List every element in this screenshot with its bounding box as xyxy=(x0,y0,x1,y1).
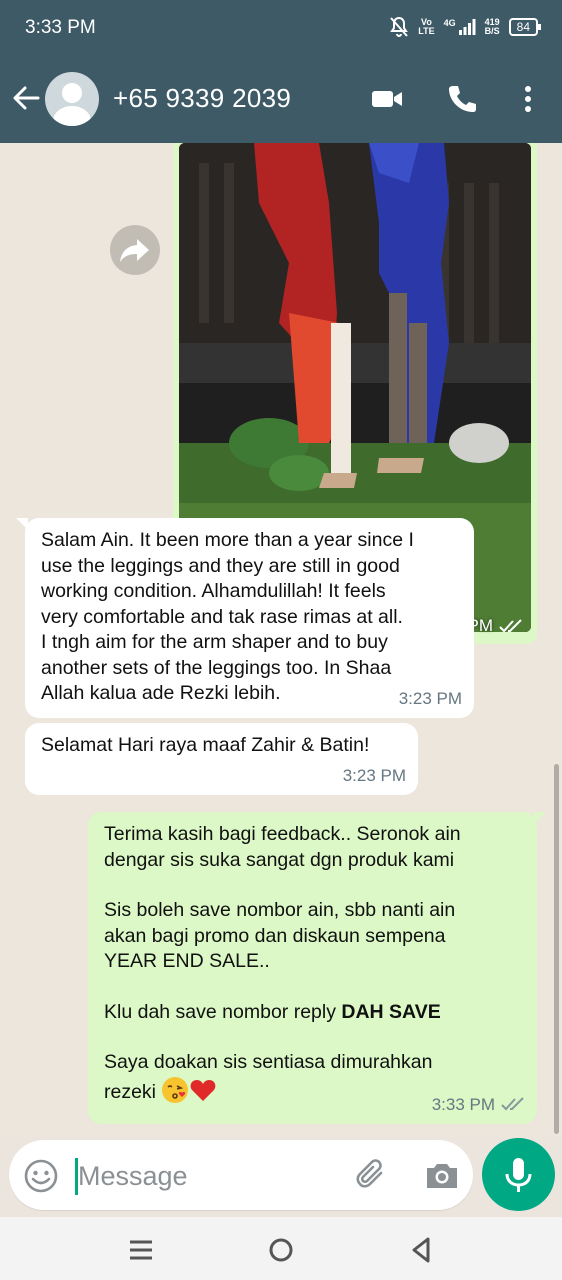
signal-indicator: 4G xyxy=(444,19,476,35)
battery-icon: 84 xyxy=(508,18,542,36)
emoji-icon[interactable] xyxy=(23,1158,59,1194)
chat-header: +65 9339 2039 xyxy=(0,56,562,143)
status-bar: 3:33 PM Vo LTE 4G 419 B/S 84 xyxy=(0,0,562,56)
home-icon[interactable] xyxy=(266,1235,296,1265)
read-ticks-icon xyxy=(499,619,522,633)
status-icons: Vo LTE 4G 419 B/S 84 xyxy=(389,16,542,38)
volte-indicator: Vo LTE xyxy=(418,18,434,36)
message-input[interactable] xyxy=(78,1153,348,1199)
incoming-message[interactable]: Salam Ain. It been more than a year sinc… xyxy=(16,518,474,718)
message-time: 3:23 PM xyxy=(342,765,406,785)
speed-indicator: 419 B/S xyxy=(485,18,500,36)
status-time: 3:33 PM xyxy=(25,17,96,38)
speed-bottom: B/S xyxy=(484,26,500,36)
chat-area[interactable]: 1:00 PM Salam Ain. It been more than a y… xyxy=(0,143,562,1137)
message-paragraph-2: Sis boleh save nombor ain, sbb nanti ain… xyxy=(104,899,456,972)
message-paragraph-1: Terima kasih bagi feedback.. Seronok ain… xyxy=(104,823,461,871)
message-meta: 3:23 PM xyxy=(343,763,406,789)
incoming-message[interactable]: Selamat Hari raya maaf Zahir & Batin! 3:… xyxy=(25,723,418,795)
avatar[interactable] xyxy=(45,72,99,126)
message-text: Salam Ain. It been more than a year sinc… xyxy=(41,529,414,704)
camera-icon[interactable] xyxy=(422,1156,462,1196)
message-text: Selamat Hari raya maaf Zahir & Batin! xyxy=(41,734,370,756)
mic-button[interactable] xyxy=(482,1138,555,1211)
kissing-face-emoji-icon xyxy=(162,1076,189,1103)
message-meta: 3:23 PM xyxy=(399,686,462,712)
forward-button[interactable] xyxy=(110,225,160,275)
volte-bottom: LTE xyxy=(418,26,435,36)
signal-bars-icon xyxy=(458,19,476,35)
outgoing-message[interactable]: Terima kasih bagi feedback.. Seronok ain… xyxy=(88,812,546,1124)
forward-icon xyxy=(120,239,149,262)
more-vertical-icon[interactable] xyxy=(511,82,545,116)
message-paragraph-3: Klu dah save nombor reply DAH SAVE xyxy=(104,1000,521,1026)
read-ticks-icon xyxy=(501,1097,524,1111)
message-time: 3:23 PM xyxy=(398,688,462,708)
signal-label: 4G xyxy=(443,18,456,28)
phone-icon[interactable] xyxy=(445,82,479,116)
message-paragraph-3-bold: DAH SAVE xyxy=(341,1000,441,1023)
message-meta: 3:33 PM xyxy=(432,1092,525,1118)
composer xyxy=(0,1137,562,1217)
back-nav-icon[interactable] xyxy=(406,1235,436,1265)
message-paragraph-4-text: Saya doakan sis sentiasa dimurahkan reze… xyxy=(104,1051,433,1103)
message-input-container xyxy=(9,1140,473,1210)
message-paragraph-3-text: Klu dah save nombor reply xyxy=(104,1000,342,1023)
message-time: 3:33 PM xyxy=(431,1094,495,1114)
chat-scrollbar[interactable] xyxy=(554,764,559,1134)
mute-bell-icon xyxy=(390,16,409,37)
contact-name[interactable]: +65 9339 2039 xyxy=(113,83,291,114)
recent-apps-icon[interactable] xyxy=(126,1235,156,1265)
system-nav-bar xyxy=(0,1217,562,1280)
paperclip-icon[interactable] xyxy=(353,1156,393,1196)
back-arrow-icon[interactable] xyxy=(10,82,42,114)
video-call-icon[interactable] xyxy=(370,82,404,116)
red-heart-emoji-icon xyxy=(191,1079,216,1101)
top-bar: 3:33 PM Vo LTE 4G 419 B/S 84 +65 9339 20… xyxy=(0,0,562,143)
mic-icon xyxy=(505,1158,532,1192)
